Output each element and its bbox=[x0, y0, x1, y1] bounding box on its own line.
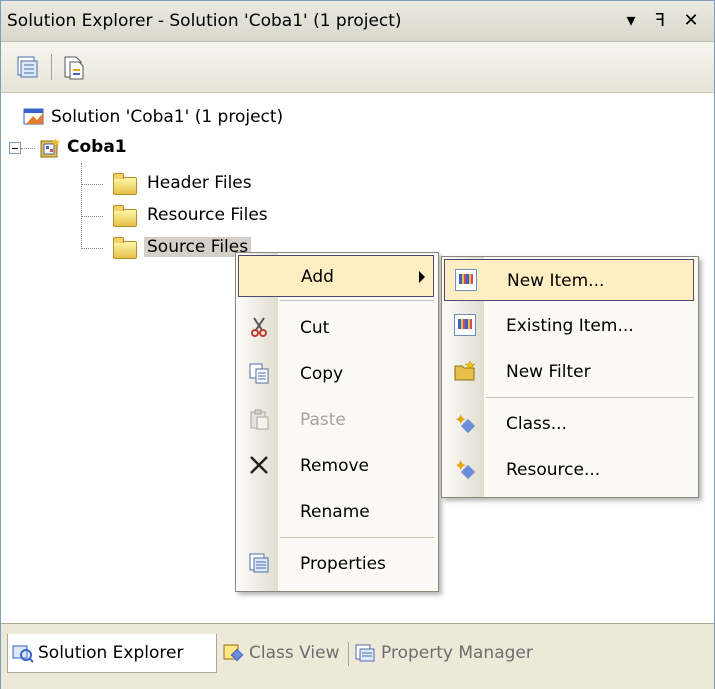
property-manager-tab-icon bbox=[355, 643, 377, 663]
submenu-arrow-icon bbox=[419, 271, 425, 283]
tree-node-solution[interactable]: Solution 'Coba1' (1 project) bbox=[23, 105, 423, 131]
menu-item-remove[interactable]: Remove bbox=[238, 445, 434, 487]
menu-item-label: Paste bbox=[300, 410, 346, 430]
close-icon[interactable]: ✕ bbox=[680, 10, 702, 32]
toolbar-separator bbox=[51, 54, 52, 80]
tree-node-project[interactable]: Coba1 bbox=[9, 135, 409, 161]
submenu-item-new-item[interactable]: New Item... bbox=[444, 259, 694, 301]
menu-item-label: Add bbox=[301, 267, 334, 287]
solution-explorer-panel: Solution Explorer - Solution 'Coba1' (1 … bbox=[0, 0, 715, 689]
bottom-tab-strip: Solution Explorer Class View Property Ma… bbox=[1, 623, 714, 689]
resource-icon bbox=[454, 456, 476, 480]
existing-item-icon bbox=[454, 314, 476, 336]
remove-x-icon bbox=[248, 454, 270, 476]
properties-toolbar-icon[interactable] bbox=[15, 54, 41, 80]
new-filter-icon bbox=[454, 360, 476, 382]
menu-item-copy[interactable]: Copy bbox=[238, 353, 434, 395]
paste-icon bbox=[248, 408, 270, 430]
menu-item-label: Rename bbox=[300, 502, 370, 522]
submenu-item-label: New Item... bbox=[507, 271, 605, 291]
show-all-files-icon[interactable] bbox=[61, 54, 87, 80]
submenu-item-class[interactable]: Class... bbox=[444, 403, 694, 445]
properties-icon bbox=[248, 552, 270, 574]
menu-item-paste: Paste bbox=[238, 399, 434, 441]
tab-label: Solution Explorer bbox=[38, 643, 184, 663]
submenu-item-label: Resource... bbox=[506, 460, 601, 480]
tree-node-header-files[interactable]: Header Files bbox=[81, 171, 381, 197]
window-title: Solution Explorer - Solution 'Coba1' (1 … bbox=[7, 11, 402, 31]
scissors-icon bbox=[248, 316, 270, 338]
solution-explorer-tab-icon bbox=[12, 643, 34, 663]
tab-label: Property Manager bbox=[381, 643, 533, 663]
menu-item-label: Properties bbox=[300, 554, 386, 574]
toolbar bbox=[1, 42, 714, 93]
submenu-item-new-filter[interactable]: New Filter bbox=[444, 351, 694, 393]
folder-label: Header Files bbox=[147, 173, 252, 193]
tab-solution-explorer[interactable]: Solution Explorer bbox=[7, 634, 217, 673]
menu-item-cut[interactable]: Cut bbox=[238, 307, 434, 349]
menu-item-rename[interactable]: Rename bbox=[238, 491, 434, 533]
submenu-item-existing-item[interactable]: Existing Item... bbox=[444, 305, 694, 347]
collapse-toggle-icon[interactable] bbox=[9, 142, 21, 154]
menu-item-label: Remove bbox=[300, 456, 369, 476]
class-icon bbox=[454, 410, 476, 434]
window-position-dropdown-icon[interactable]: ▾ bbox=[620, 10, 642, 32]
auto-hide-pin-icon[interactable]: ꟻ bbox=[649, 10, 671, 32]
add-submenu: New Item... Existing Item... New Filter … bbox=[441, 256, 699, 498]
title-bar: Solution Explorer - Solution 'Coba1' (1 … bbox=[1, 1, 714, 42]
solution-label: Solution 'Coba1' (1 project) bbox=[51, 107, 284, 127]
context-menu: Add Cut Copy Paste Remove Rename Propert… bbox=[235, 252, 439, 592]
copy-icon bbox=[248, 362, 270, 384]
tab-property-manager[interactable]: Property Manager bbox=[351, 634, 601, 672]
folder-label: Resource Files bbox=[147, 205, 268, 225]
menu-item-add[interactable]: Add bbox=[238, 255, 434, 297]
tab-class-view[interactable]: Class View bbox=[219, 634, 347, 672]
folder-icon bbox=[113, 237, 137, 259]
menu-item-label: Cut bbox=[300, 318, 330, 338]
project-icon bbox=[39, 137, 61, 164]
tab-label: Class View bbox=[249, 643, 340, 663]
folder-icon bbox=[113, 173, 137, 195]
submenu-item-label: New Filter bbox=[506, 362, 591, 382]
menu-item-properties[interactable]: Properties bbox=[238, 543, 434, 585]
menu-item-label: Copy bbox=[300, 364, 344, 384]
submenu-item-label: Existing Item... bbox=[506, 316, 634, 336]
submenu-item-label: Class... bbox=[506, 414, 567, 434]
new-item-icon bbox=[455, 269, 477, 291]
solution-icon bbox=[23, 107, 45, 132]
folder-icon bbox=[113, 205, 137, 227]
class-view-tab-icon bbox=[223, 643, 245, 663]
submenu-item-resource[interactable]: Resource... bbox=[444, 449, 694, 491]
tree-node-resource-files[interactable]: Resource Files bbox=[81, 203, 381, 229]
project-label: Coba1 bbox=[67, 137, 127, 157]
